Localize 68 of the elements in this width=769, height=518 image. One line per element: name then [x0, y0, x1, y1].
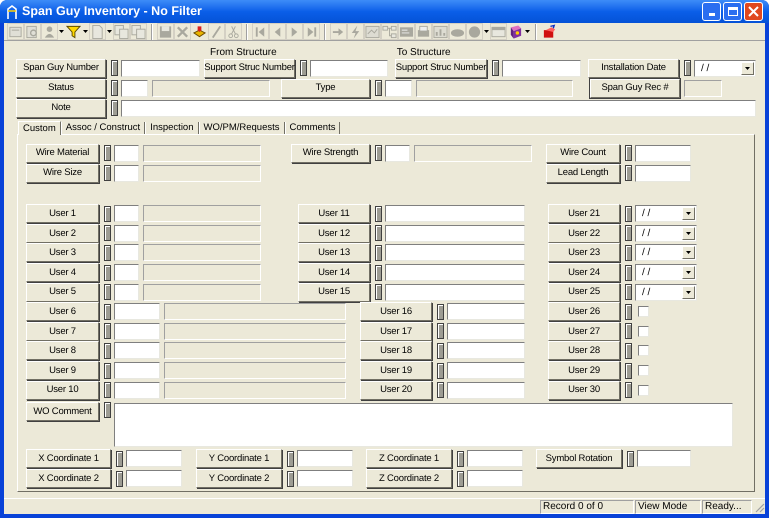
date-field[interactable]: / /	[635, 205, 697, 222]
field-label-button[interactable]: User 17	[360, 322, 432, 341]
field-label-button[interactable]: User 13	[298, 243, 370, 262]
field-label-button[interactable]: Status	[16, 78, 106, 98]
field-label-button[interactable]: User 5	[26, 282, 99, 302]
field-label-button[interactable]: Wire Size	[26, 164, 99, 182]
tab[interactable]: Custom	[18, 121, 61, 135]
field-label-button[interactable]: User 10	[26, 380, 99, 400]
field-label-button[interactable]: User 27	[548, 322, 620, 341]
window-title: Span Guy Inventory - No Filter	[22, 3, 203, 20]
status-bar-field: Record 0 of 0	[540, 500, 634, 514]
date-field[interactable]: / /	[635, 264, 697, 282]
section-caption: To Structure	[396, 48, 451, 58]
field-label-button[interactable]: Note	[16, 98, 106, 118]
tab[interactable]: Assoc / Construct	[60, 122, 146, 134]
field-label-button[interactable]: Z Coordinate 1	[366, 449, 452, 468]
field-label-button[interactable]: Installation Date	[588, 58, 679, 78]
tab[interactable]: WO/PM/Requests	[198, 122, 285, 134]
field-label-button[interactable]: User 20	[360, 380, 432, 400]
tab[interactable]: Inspection	[145, 122, 198, 134]
date-field[interactable]: / /	[635, 224, 697, 242]
field-label-button[interactable]: Wire Material	[26, 144, 99, 162]
field-label-button[interactable]: Y Coordinate 2	[196, 469, 282, 488]
status-bar-field: Ready...	[702, 500, 752, 514]
field-label-button[interactable]: Symbol Rotation	[536, 449, 622, 468]
field-label-button[interactable]: Lead Length	[546, 164, 620, 182]
field-label-button[interactable]: User 9	[26, 361, 99, 380]
field-label-button[interactable]: User 11	[298, 204, 370, 224]
field-label-button[interactable]: User 19	[360, 361, 432, 380]
field-label-button[interactable]: User 1	[26, 204, 99, 224]
field-label-button[interactable]: User 12	[298, 224, 370, 243]
field-label-button[interactable]: User 22	[548, 224, 620, 243]
field-label-button[interactable]: User 25	[548, 282, 620, 302]
field-label-button[interactable]: User 28	[548, 341, 620, 360]
section-caption: From Structure	[210, 48, 277, 58]
field-label-button[interactable]: X Coordinate 1	[26, 449, 111, 468]
field-label-button[interactable]: Y Coordinate 1	[196, 449, 282, 468]
field-label-button[interactable]: User 30	[548, 380, 620, 400]
field-label-button[interactable]: User 14	[298, 263, 370, 282]
date-field[interactable]: / /	[635, 284, 697, 301]
field-label-button[interactable]: User 24	[548, 263, 620, 282]
field-label-button[interactable]: Support Struc Number	[395, 58, 487, 78]
date-field[interactable]: / /	[635, 244, 697, 262]
field-label-button[interactable]: Wire Strength	[291, 144, 370, 162]
field-label-button[interactable]: Wire Count	[546, 144, 620, 162]
field-label-button[interactable]: X Coordinate 2	[26, 469, 111, 488]
field-label-button[interactable]: WO Comment	[26, 402, 99, 421]
field-label-button[interactable]: User 7	[26, 322, 99, 341]
field-label-button[interactable]: Type	[281, 78, 370, 98]
tab[interactable]: Comments	[284, 122, 340, 134]
field-label-button[interactable]: User 2	[26, 224, 99, 243]
field-label-button[interactable]: User 16	[360, 302, 432, 322]
date-field[interactable]: / /	[694, 60, 756, 76]
field-label-button[interactable]: Span Guy Number	[16, 58, 106, 78]
field-label-button[interactable]: User 23	[548, 243, 620, 262]
field-label-button[interactable]: User 29	[548, 361, 620, 380]
field-label-button[interactable]: Support Struc Number	[204, 58, 295, 78]
field-label-button[interactable]: User 3	[26, 243, 99, 262]
field-label-button[interactable]: User 21	[548, 204, 620, 224]
field-label-button[interactable]: User 18	[360, 341, 432, 360]
field-label-button[interactable]: User 26	[548, 302, 620, 322]
field-label-button[interactable]: User 6	[26, 302, 99, 322]
field-label-button[interactable]: User 8	[26, 341, 99, 360]
field-label-button[interactable]: User 4	[26, 263, 99, 282]
record-number-button[interactable]: Span Guy Rec #	[590, 78, 680, 98]
field-label-button[interactable]: User 15	[298, 282, 370, 302]
field-label-button[interactable]: Z Coordinate 2	[366, 469, 452, 488]
status-bar-field: View Mode	[635, 500, 701, 514]
